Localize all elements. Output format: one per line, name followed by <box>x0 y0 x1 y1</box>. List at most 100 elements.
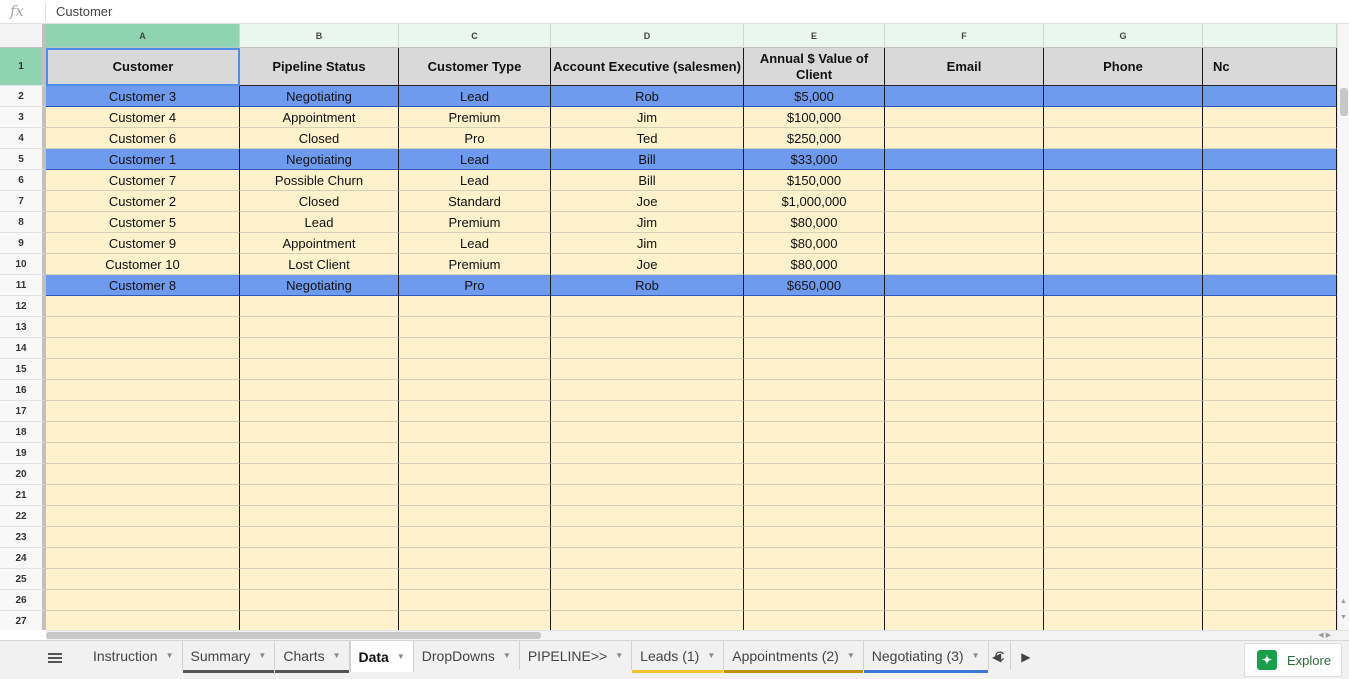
cell[interactable] <box>885 149 1044 170</box>
cell[interactable] <box>1044 170 1203 191</box>
cell[interactable] <box>551 338 744 359</box>
cell[interactable]: Pro <box>399 275 551 296</box>
row-header[interactable]: 23 <box>0 527 46 548</box>
cell[interactable]: $80,000 <box>744 254 885 275</box>
row-header[interactable]: 25 <box>0 569 46 590</box>
column-header[interactable] <box>1203 24 1337 48</box>
cell[interactable] <box>399 422 551 443</box>
cell[interactable] <box>885 485 1044 506</box>
row-header[interactable]: 14 <box>0 338 46 359</box>
cell[interactable] <box>46 506 240 527</box>
cell[interactable] <box>885 464 1044 485</box>
row-header[interactable]: 17 <box>0 401 46 422</box>
cell[interactable] <box>1203 464 1337 485</box>
cell[interactable] <box>240 317 399 338</box>
cell[interactable]: Customer 4 <box>46 107 240 128</box>
cell[interactable] <box>885 86 1044 107</box>
column-header[interactable]: C <box>399 24 551 48</box>
tab-scroll-right-icon[interactable]: ▶ <box>1021 650 1030 664</box>
cell[interactable] <box>1044 212 1203 233</box>
sheet-tab[interactable]: Summary ▼ <box>182 641 276 673</box>
cell[interactable] <box>885 422 1044 443</box>
select-all-corner[interactable] <box>0 24 46 48</box>
formula-input[interactable]: Customer <box>56 4 112 19</box>
cell[interactable] <box>744 485 885 506</box>
cell[interactable]: Closed <box>240 191 399 212</box>
cell[interactable] <box>1044 254 1203 275</box>
cell[interactable] <box>885 401 1044 422</box>
cell[interactable] <box>1044 401 1203 422</box>
cell[interactable] <box>885 443 1044 464</box>
cell[interactable] <box>885 107 1044 128</box>
cell[interactable] <box>1044 527 1203 548</box>
cell[interactable] <box>1203 422 1337 443</box>
sheet-tab[interactable]: Charts ▼ <box>275 641 350 673</box>
cell[interactable]: $650,000 <box>744 275 885 296</box>
row-header[interactable]: 10 <box>0 254 46 275</box>
scroll-up-icon[interactable]: ▲ <box>1340 598 1347 605</box>
cell[interactable] <box>1044 107 1203 128</box>
row-header[interactable]: 27 <box>0 611 46 630</box>
cell[interactable]: $100,000 <box>744 107 885 128</box>
cell[interactable]: Customer 5 <box>46 212 240 233</box>
cell[interactable] <box>240 380 399 401</box>
cell[interactable]: Customer 6 <box>46 128 240 149</box>
cell[interactable] <box>551 569 744 590</box>
cell[interactable] <box>1203 317 1337 338</box>
cell[interactable] <box>744 422 885 443</box>
cell[interactable]: Possible Churn <box>240 170 399 191</box>
row-header[interactable]: 1 <box>0 48 46 86</box>
cell[interactable] <box>1044 149 1203 170</box>
row-header[interactable]: 20 <box>0 464 46 485</box>
cell[interactable] <box>744 380 885 401</box>
cell[interactable]: $80,000 <box>744 233 885 254</box>
cell[interactable] <box>240 338 399 359</box>
cell[interactable] <box>1203 401 1337 422</box>
cell[interactable] <box>551 485 744 506</box>
cell[interactable]: Lead <box>240 212 399 233</box>
cell[interactable]: $1,000,000 <box>744 191 885 212</box>
cell[interactable] <box>399 464 551 485</box>
tab-menu-caret-icon[interactable]: ▼ <box>847 651 855 660</box>
cell[interactable] <box>1044 275 1203 296</box>
cell[interactable] <box>1203 443 1337 464</box>
tab-menu-caret-icon[interactable]: ▼ <box>503 651 511 660</box>
cell[interactable]: Ted <box>551 128 744 149</box>
cell[interactable] <box>399 443 551 464</box>
cell[interactable]: Nc <box>1203 48 1337 86</box>
cell[interactable] <box>1044 317 1203 338</box>
row-header[interactable]: 13 <box>0 317 46 338</box>
cell[interactable] <box>885 170 1044 191</box>
cell[interactable] <box>46 317 240 338</box>
cell[interactable] <box>1203 569 1337 590</box>
row-header[interactable]: 11 <box>0 275 46 296</box>
cell[interactable]: Lead <box>399 170 551 191</box>
cell[interactable] <box>1044 380 1203 401</box>
cell[interactable] <box>744 590 885 611</box>
cell[interactable]: Customer 2 <box>46 191 240 212</box>
cell[interactable] <box>240 464 399 485</box>
cell[interactable] <box>46 401 240 422</box>
cell[interactable]: $150,000 <box>744 170 885 191</box>
cell[interactable] <box>399 590 551 611</box>
cell[interactable]: Premium <box>399 212 551 233</box>
cell[interactable] <box>46 359 240 380</box>
cell[interactable] <box>1044 485 1203 506</box>
cell[interactable] <box>46 569 240 590</box>
cell[interactable] <box>46 590 240 611</box>
cell[interactable] <box>1203 107 1337 128</box>
horizontal-scroll-thumb[interactable] <box>46 632 541 639</box>
cell[interactable] <box>744 317 885 338</box>
cell[interactable] <box>885 317 1044 338</box>
cell[interactable] <box>1203 170 1337 191</box>
cell[interactable]: Bill <box>551 170 744 191</box>
row-header[interactable]: 2 <box>0 86 46 107</box>
sheet-tab[interactable]: Leads (1) ▼ <box>632 641 725 673</box>
row-header[interactable]: 21 <box>0 485 46 506</box>
cell[interactable] <box>885 191 1044 212</box>
cell[interactable] <box>551 443 744 464</box>
cell[interactable]: Customer 9 <box>46 233 240 254</box>
cell[interactable] <box>744 464 885 485</box>
cell[interactable] <box>240 443 399 464</box>
cell[interactable] <box>744 527 885 548</box>
